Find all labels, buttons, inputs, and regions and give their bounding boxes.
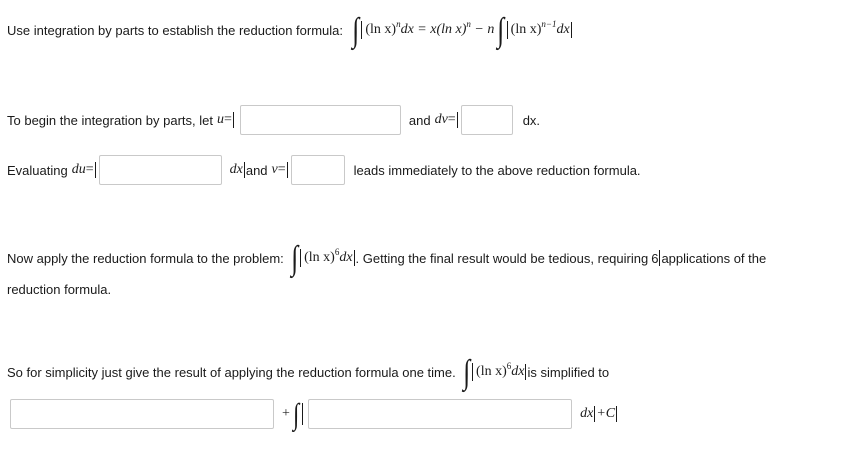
text-cursor — [232, 112, 234, 128]
tedious-note: . Getting the final result would be tedi… — [355, 250, 649, 266]
evaluating-label: Evaluating — [7, 162, 68, 178]
dv-variable: dv — [434, 112, 448, 127]
simplified-to-label: is simplified to — [527, 364, 610, 380]
dx-label: dx — [580, 406, 594, 421]
formula-rhs-integral: (ln x)n−1dx — [506, 19, 570, 39]
equals-sign: = — [447, 112, 456, 127]
equals-sign: = — [223, 112, 232, 127]
text-cursor — [94, 162, 96, 178]
integral-sign: ∫ — [290, 240, 298, 277]
applications-label: applications of the — [661, 250, 767, 266]
plus-sign: + — [282, 406, 290, 421]
answer-first-term-input[interactable] — [10, 399, 274, 429]
and-label: and — [245, 162, 268, 178]
and-label: and — [408, 112, 431, 128]
text-cursor — [286, 162, 288, 178]
equals-sign: = — [277, 162, 286, 177]
parts-setup-label: To begin the integration by parts, let — [7, 112, 213, 128]
integral-sign: ∫ — [497, 12, 505, 49]
v-input[interactable] — [290, 155, 345, 185]
u-input[interactable] — [239, 105, 401, 135]
formula-lhs: (ln x)ndx = x(ln x)n − n — [361, 19, 494, 39]
simplicity-integral: (ln x)6dx — [472, 361, 524, 381]
dx-label: dx — [229, 162, 243, 177]
intro-text: Use integration by parts to establish th… — [7, 22, 344, 38]
text-cursor — [616, 406, 618, 422]
du-input[interactable] — [98, 155, 222, 185]
parts-setup-row: To begin the integration by parts, let u… — [7, 104, 540, 136]
answer-row: + ∫ dx +C — [10, 396, 618, 432]
simplicity-row: So for simplicity just give the result o… — [7, 352, 609, 392]
simplicity-label: So for simplicity just give the result o… — [7, 364, 456, 380]
evaluation-row: Evaluating du = dx and v = leads immedia… — [7, 154, 641, 186]
integral-sign: ∫ — [292, 398, 300, 431]
text-cursor — [594, 406, 596, 422]
text-cursor — [525, 364, 527, 380]
answer-integrand-input[interactable] — [308, 399, 573, 429]
integral-sign: ∫ — [462, 354, 470, 391]
integral-sign: ∫ — [352, 12, 360, 49]
problem-row-continued: reduction formula. — [7, 280, 111, 298]
problem-label: Now apply the reduction formula to the p… — [7, 250, 284, 266]
text-cursor — [570, 22, 572, 38]
u-variable: u — [216, 112, 224, 127]
problem-integral: (ln x)6dx — [300, 247, 353, 267]
plus-c-label: +C — [596, 406, 616, 421]
equals-sign: = — [85, 162, 94, 177]
reduction-note: leads immediately to the above reduction… — [353, 162, 641, 178]
text-cursor — [302, 403, 304, 425]
text-cursor — [659, 250, 661, 266]
applications-count: 6 — [651, 250, 659, 266]
text-cursor — [353, 250, 355, 266]
dx-label: dx. — [522, 112, 541, 128]
problem-label-line2: reduction formula. — [7, 281, 112, 297]
reduction-formula-statement: Use integration by parts to establish th… — [7, 12, 573, 48]
text-cursor — [243, 162, 245, 178]
du-variable: du — [71, 162, 86, 177]
dv-input[interactable] — [460, 105, 513, 135]
text-cursor — [456, 112, 458, 128]
problem-row: Now apply the reduction formula to the p… — [7, 238, 766, 278]
